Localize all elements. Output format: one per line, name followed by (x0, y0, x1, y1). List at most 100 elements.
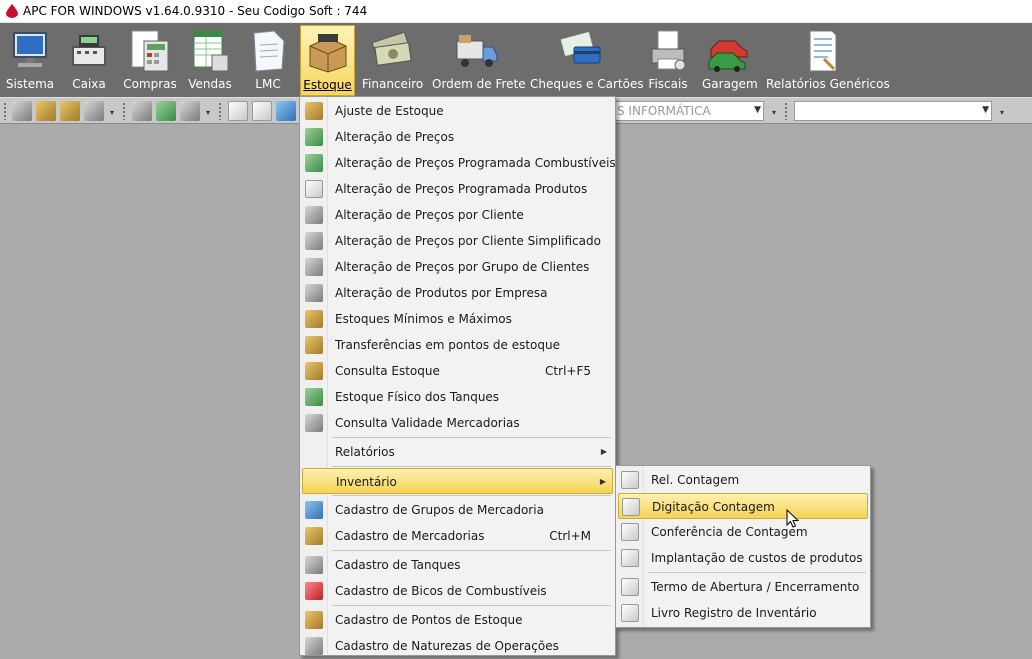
toolbar-grip[interactable] (122, 102, 126, 120)
box-icon (305, 310, 323, 328)
toolbar-grip[interactable] (3, 102, 7, 120)
menu-item-shortcut: Ctrl+F5 (545, 364, 591, 378)
toolbar-overflow-icon[interactable]: ▾ (108, 108, 116, 118)
menu-estoque-label: Estoque (303, 78, 352, 92)
submenu-item-conferencia-contagem[interactable]: Conferência de Contagem (618, 519, 868, 545)
menu-cheques-e-cartoes-label: Cheques e Cartões (530, 77, 644, 91)
company-combo[interactable]: S INFORMÁTICA ▼ (612, 101, 764, 121)
menu-item-cadastro-bicos[interactable]: Cadastro de Bicos de Combustíveis (302, 578, 613, 604)
box-icon (305, 527, 323, 545)
menu-item-precos-por-cliente-simplificado[interactable]: Alteração de Preços por Cliente Simplifi… (302, 228, 613, 254)
fuel-pump-icon (305, 582, 323, 600)
menu-financeiro[interactable]: Financeiro (362, 25, 424, 95)
report-icon (621, 604, 639, 622)
menu-item-consulta-estoque[interactable]: Consulta Estoque Ctrl+F5 (302, 358, 613, 384)
toolbar-grip[interactable] (784, 102, 788, 120)
chevron-down-icon[interactable]: ▼ (982, 105, 989, 115)
person-icon[interactable] (276, 101, 296, 121)
report-icon[interactable] (252, 101, 272, 121)
menu-separator (332, 605, 611, 606)
report-icon (621, 471, 639, 489)
menu-item-label: Digitação Contagem (652, 500, 775, 514)
menu-item-estoque-fisico-tanques[interactable]: Estoque Físico dos Tanques (302, 384, 613, 410)
submenu-arrow-icon: ▶ (600, 447, 607, 456)
menu-item-precos-por-grupo-de-clientes[interactable]: Alteração de Preços por Grupo de Cliente… (302, 254, 613, 280)
menu-vendas[interactable]: Vendas (186, 25, 234, 95)
menu-fiscais-label: Fiscais (648, 77, 688, 91)
tank-icon (305, 556, 323, 574)
toolbar-overflow-icon[interactable]: ▾ (998, 108, 1006, 118)
menu-item-label: Livro Registro de Inventário (651, 606, 817, 620)
box-icon (305, 362, 323, 380)
toolbar-grip[interactable] (218, 102, 222, 120)
inventario-submenu: Rel. Contagem Digitação Contagem Conferê… (615, 465, 871, 628)
menu-vendas-label: Vendas (188, 77, 232, 91)
menu-lmc-label: LMC (255, 77, 281, 91)
menu-item-ajuste-de-estoque[interactable]: Ajuste de Estoque (302, 98, 613, 124)
submenu-item-digitacao-contagem[interactable]: Digitação Contagem (618, 493, 868, 519)
menu-garagem-label: Garagem (702, 77, 758, 91)
menu-ordem-de-frete[interactable]: Ordem de Frete (432, 25, 526, 95)
printer-icon (651, 30, 686, 71)
menu-item-produtos-por-empresa[interactable]: Alteração de Produtos por Empresa (302, 280, 613, 306)
menu-item-label: Cadastro de Tanques (335, 558, 461, 572)
document-icon[interactable] (228, 101, 248, 121)
tank-icon (305, 388, 323, 406)
menu-compras[interactable]: Compras (122, 25, 178, 95)
submenu-item-rel-contagem[interactable]: Rel. Contagem (618, 467, 868, 493)
submenu-item-termo-abertura[interactable]: Termo de Abertura / Encerramento (618, 574, 868, 600)
menu-cheques-e-cartoes[interactable]: Cheques e Cartões (530, 25, 644, 95)
menu-item-consulta-validade[interactable]: Consulta Validade Mercadorias (302, 410, 613, 436)
menu-caixa[interactable]: Caixa (64, 25, 114, 95)
report-icon (621, 578, 639, 596)
menu-item-label: Inventário (336, 475, 397, 489)
search-combo[interactable]: ▼ (794, 101, 992, 121)
menu-item-cadastro-naturezas[interactable]: Cadastro de Naturezas de Operações (302, 633, 613, 659)
money-icon (305, 206, 323, 224)
menu-item-label: Alteração de Preços por Cliente (335, 208, 524, 222)
truck-icon[interactable] (180, 101, 200, 121)
menu-garagem[interactable]: Garagem (702, 25, 758, 95)
menu-item-transferencias[interactable]: Transferências em pontos de estoque (302, 332, 613, 358)
menu-estoque[interactable]: Estoque (300, 25, 355, 96)
tools-icon[interactable] (84, 101, 104, 121)
menu-item-cadastro-grupos-mercadoria[interactable]: Cadastro de Grupos de Mercadoria (302, 497, 613, 523)
menu-lmc[interactable]: LMC (244, 25, 292, 95)
menu-item-cadastro-mercadorias[interactable]: Cadastro de Mercadorias Ctrl+M (302, 523, 613, 549)
menu-item-estoques-minimos-maximos[interactable]: Estoques Mínimos e Máximos (302, 306, 613, 332)
submenu-item-livro-registro[interactable]: Livro Registro de Inventário (618, 600, 868, 626)
report-icon (621, 549, 639, 567)
menu-sistema[interactable]: Sistema (4, 25, 56, 95)
menu-item-cadastro-tanques[interactable]: Cadastro de Tanques (302, 552, 613, 578)
truck-icon (456, 35, 498, 67)
menu-item-label: Relatórios (335, 445, 395, 459)
money-icon[interactable] (156, 101, 176, 121)
menu-item-precos-por-cliente[interactable]: Alteração de Preços por Cliente (302, 202, 613, 228)
toolbar-overflow-icon[interactable]: ▾ (204, 108, 212, 118)
menu-fiscais[interactable]: Fiscais (644, 25, 692, 95)
user-icon[interactable] (36, 101, 56, 121)
calendar-icon[interactable] (12, 101, 32, 121)
price-icon (305, 128, 323, 146)
menu-item-label: Alteração de Preços por Grupo de Cliente… (335, 260, 590, 274)
printer-icon[interactable] (132, 101, 152, 121)
menu-item-precos-programada-combustiveis[interactable]: Alteração de Preços Programada Combustív… (302, 150, 616, 176)
company-combo-value: S INFORMÁTICA (617, 104, 711, 118)
submenu-item-implantacao-custos[interactable]: Implantação de custos de produtos (618, 545, 868, 571)
menu-item-precos-programada-produtos[interactable]: Alteração de Preços Programada Produtos (302, 176, 613, 202)
menu-item-relatorios[interactable]: Relatórios ▶ (302, 439, 613, 465)
menu-item-inventario[interactable]: Inventário ▶ (302, 468, 613, 494)
menu-relatorios-genericos[interactable]: Relatórios Genéricos (766, 25, 890, 95)
menu-item-label: Rel. Contagem (651, 473, 740, 487)
car-icon (708, 40, 748, 72)
menu-relatorios-genericos-label: Relatórios Genéricos (766, 77, 890, 91)
users-icon[interactable] (60, 101, 80, 121)
menu-item-label: Consulta Estoque (335, 364, 440, 378)
document-icon (305, 180, 323, 198)
menu-financeiro-label: Financeiro (362, 77, 424, 91)
menu-item-cadastro-pontos-estoque[interactable]: Cadastro de Pontos de Estoque (302, 607, 613, 633)
menu-item-alteracao-de-precos[interactable]: Alteração de Preços (302, 124, 613, 150)
menu-item-label: Cadastro de Grupos de Mercadoria (335, 503, 544, 517)
toolbar-overflow-icon[interactable]: ▾ (770, 108, 778, 118)
chevron-down-icon[interactable]: ▼ (754, 105, 761, 115)
